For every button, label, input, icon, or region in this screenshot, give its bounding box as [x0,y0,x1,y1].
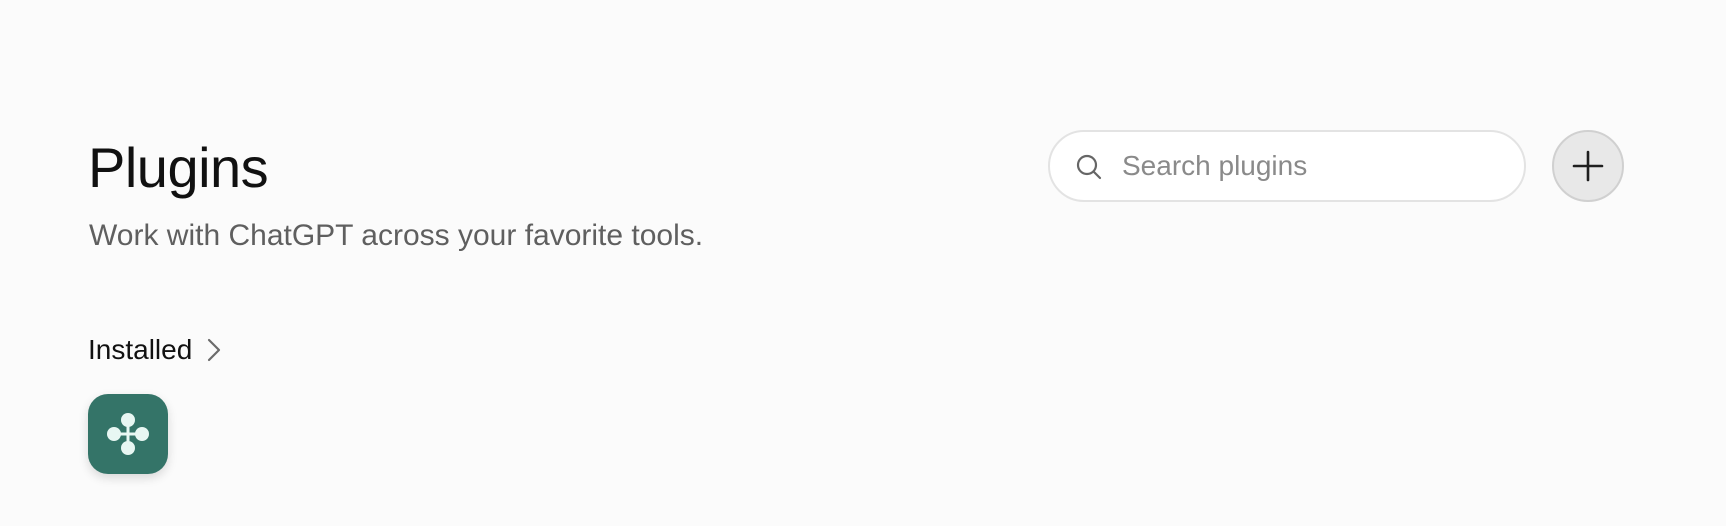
installed-section-link[interactable]: Installed [88,330,224,370]
chevron-right-icon [208,338,221,362]
search-icon [1076,154,1102,180]
plus-icon [1572,150,1604,182]
page-subtitle: Work with ChatGPT across your favorite t… [89,219,704,252]
installed-label: Installed [88,334,193,365]
search-input[interactable] [1122,132,1502,200]
add-plugin-button[interactable] [1552,130,1624,202]
plugin-cluster-icon [107,413,149,455]
installed-plugin-tile[interactable] [88,394,168,474]
page-title: Plugins [88,136,269,199]
search-box[interactable] [1048,130,1526,202]
